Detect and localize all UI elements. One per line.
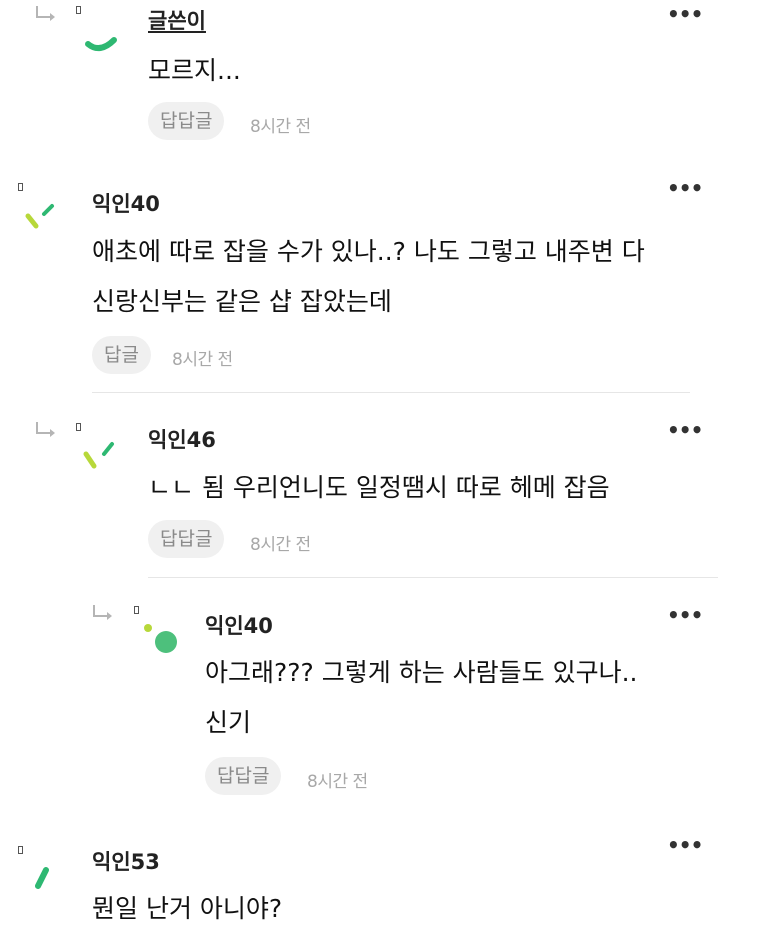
comment-nickname[interactable]: 익인40: [92, 188, 160, 218]
more-options-icon[interactable]: •••: [667, 176, 703, 200]
comment-text-line: 신기: [205, 708, 252, 737]
comment-text: 뭔일 난거 아니야?: [92, 894, 283, 923]
comment-nickname[interactable]: 익인46: [148, 424, 216, 454]
more-options-icon[interactable]: •••: [667, 2, 703, 26]
more-options-icon[interactable]: •••: [667, 833, 703, 857]
comment-text-line: 애초에 따로 잡을 수가 있나..? 나도 그렇고 내주변 다: [92, 237, 645, 266]
author-nickname[interactable]: 글쓴이: [148, 5, 206, 35]
comment-divider: [148, 577, 718, 578]
reply-arrow-icon: [36, 422, 55, 437]
broken-image-icon: [76, 6, 81, 14]
broken-image-icon: [76, 423, 81, 431]
comment-nickname[interactable]: 익인40: [205, 610, 273, 640]
comment-text-line: 신랑신부는 같은 샵 잡았는데: [92, 287, 392, 316]
comment-time: 8시간 전: [172, 350, 233, 370]
avatar-icon[interactable]: [138, 616, 182, 660]
comment-time: 8시간 전: [250, 117, 311, 137]
reply-button[interactable]: 답글: [92, 336, 151, 374]
comment-text: 모르지...: [148, 56, 241, 85]
reply-button[interactable]: 답답글: [148, 520, 225, 558]
avatar-icon[interactable]: [80, 14, 124, 58]
reply-arrow-icon: [36, 6, 55, 21]
reply-button[interactable]: 답답글: [148, 102, 225, 140]
comment-divider: [92, 392, 690, 393]
broken-image-icon: [134, 606, 139, 614]
comment-time: 8시간 전: [307, 772, 368, 792]
avatar-icon[interactable]: [80, 432, 124, 476]
avatar-icon[interactable]: [22, 856, 66, 900]
reply-arrow-icon: [93, 605, 112, 620]
comment-text-line: 아그래??? 그렇게 하는 사람들도 있구나..: [205, 658, 638, 687]
reply-button[interactable]: 답답글: [205, 757, 282, 795]
comment-time: 8시간 전: [250, 535, 311, 555]
broken-image-icon: [18, 846, 23, 854]
comment-nickname[interactable]: 익인53: [92, 846, 160, 876]
more-options-icon[interactable]: •••: [667, 418, 703, 442]
comment-text: ㄴㄴ 됨 우리언니도 일정땜시 따로 헤메 잡음: [148, 473, 610, 502]
broken-image-icon: [18, 183, 23, 191]
avatar-icon[interactable]: [22, 192, 66, 236]
more-options-icon[interactable]: •••: [667, 603, 703, 627]
